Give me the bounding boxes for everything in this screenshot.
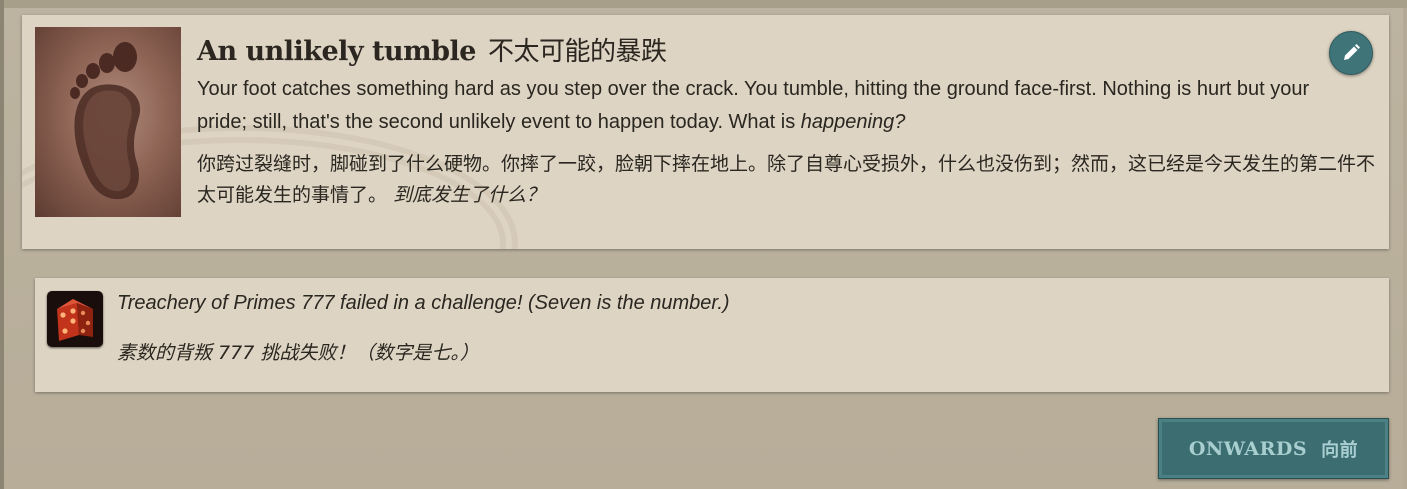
event-title-en: An unlikely tumble xyxy=(197,36,476,67)
top-strip xyxy=(4,0,1407,8)
onwards-label-en: ONWARDS xyxy=(1188,437,1308,460)
event-description-en-emphasis: happening? xyxy=(800,111,906,133)
result-text-cn: 素数的背叛 777 挑战失败！（数字是七。） xyxy=(117,342,479,364)
footprint-icon xyxy=(70,42,141,200)
event-description-en: Your foot catches something hard as you … xyxy=(197,73,1337,139)
onwards-button[interactable]: ONWARDS 向前 xyxy=(1158,418,1389,479)
event-title-cn: 不太可能的暴跌 xyxy=(487,37,667,67)
onwards-label-cn: 向前 xyxy=(1321,439,1359,461)
event-description-cn-emphasis: 到底发生了什么？ xyxy=(393,184,546,206)
event-description-cn: 你跨过裂缝时，脚碰到了什么硬物。你摔了一跤，脸朝下摔在地上。除了自尊心受损外，什… xyxy=(197,149,1387,211)
event-card: An unlikely tumble 不太可能的暴跌 Your foot catc… xyxy=(22,15,1389,249)
event-image xyxy=(35,27,181,217)
result-text-en: Treachery of Primes 777 failed in a chal… xyxy=(117,292,730,314)
pencil-icon xyxy=(1344,44,1360,60)
event-description-en-text: Your foot catches something hard as you … xyxy=(197,78,1310,133)
event-description-cn-text: 你跨过裂缝时，脚碰到了什么硬物。你摔了一跤，脸朝下摔在地上。除了自尊心受损外，什… xyxy=(197,153,1376,206)
challenge-result: Treachery of Primes 777 failed in a chal… xyxy=(35,278,1389,392)
edit-button[interactable] xyxy=(1329,31,1373,75)
event-title: An unlikely tumble 不太可能的暴跌 xyxy=(197,31,667,68)
dice-icon xyxy=(47,291,103,347)
